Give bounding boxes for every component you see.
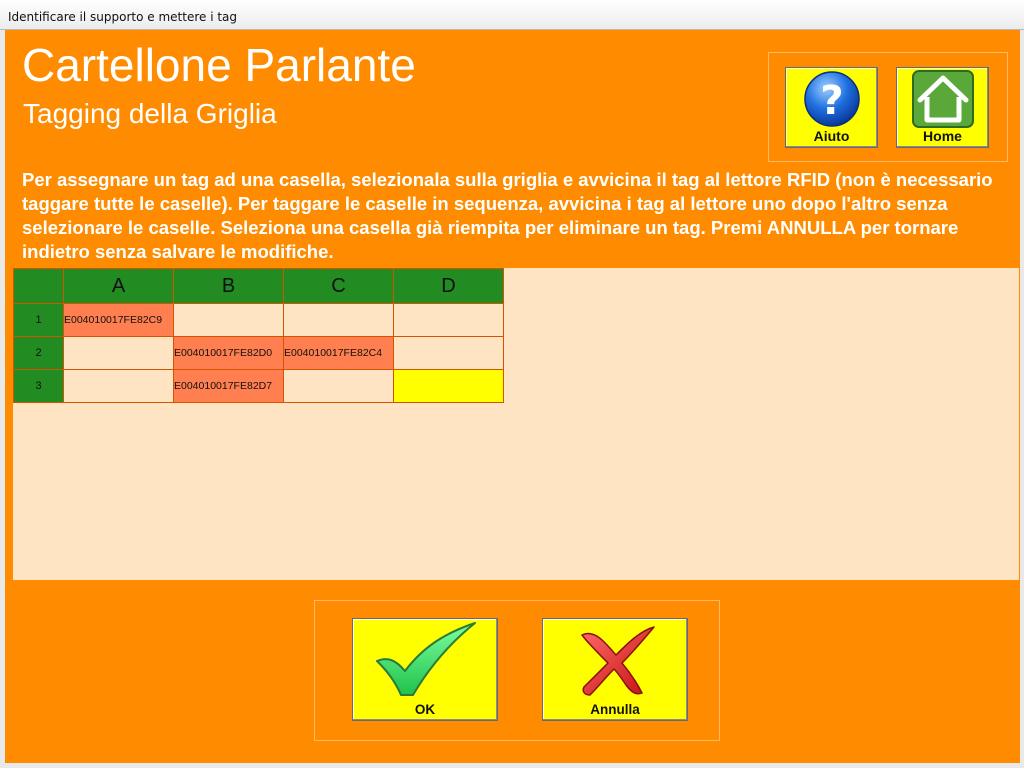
grid-cell-d2[interactable] (393, 336, 504, 370)
grid-corner-cell (13, 268, 64, 304)
svg-text:?: ? (820, 78, 843, 124)
column-header-d: D (393, 268, 504, 304)
checkmark-icon (376, 622, 476, 696)
row-header-2: 2 (13, 336, 64, 370)
cancel-button-label: Annulla (590, 702, 640, 717)
grid-cell-a1[interactable]: E004010017FE82C9 (63, 303, 174, 337)
help-button[interactable]: ? Aiuto (785, 67, 878, 148)
instructions-text: Per assegnare un tag ad una casella, sel… (22, 169, 993, 262)
home-button-label: Home (923, 128, 962, 144)
grid-cell-a2[interactable] (63, 336, 174, 370)
grid-row-1: 1 E004010017FE82C9 (13, 303, 504, 337)
grid-row-2: 2 E004010017FE82D0 E004010017FE82C4 (13, 336, 504, 370)
grid-cell-c3[interactable] (283, 369, 394, 403)
grid-cell-d3[interactable] (393, 369, 504, 403)
column-header-b: B (173, 268, 284, 304)
page-subtitle: Tagging della Griglia (23, 98, 277, 129)
ok-button-label: OK (414, 702, 436, 717)
ok-button[interactable]: OK (352, 618, 498, 721)
grid-area: A B C D 1 E004010017FE82C9 2 E004010017F… (13, 268, 1019, 580)
row-header-1: 1 (13, 303, 64, 337)
column-header-a: A (63, 268, 174, 304)
home-button[interactable]: Home (896, 67, 989, 148)
grid-cell-c2[interactable]: E004010017FE82C4 (283, 336, 394, 370)
column-header-c: C (283, 268, 394, 304)
help-button-label: Aiuto (813, 128, 850, 144)
window-frame-left (0, 30, 5, 768)
help-icon: ? (804, 71, 860, 127)
grid-row-3: 3 E004010017FE82D7 (13, 369, 504, 403)
grid-cell-d1[interactable] (393, 303, 504, 337)
home-icon (912, 70, 974, 128)
grid-cell-b2[interactable]: E004010017FE82D0 (173, 336, 284, 370)
grid-cell-c1[interactable] (283, 303, 394, 337)
cross-icon (581, 626, 655, 696)
cancel-button[interactable]: Annulla (542, 618, 688, 721)
tag-grid: A B C D 1 E004010017FE82C9 2 E004010017F… (13, 268, 504, 403)
grid-header-row: A B C D (13, 268, 504, 304)
grid-cell-a3[interactable] (63, 369, 174, 403)
grid-cell-b1[interactable] (173, 303, 284, 337)
row-header-3: 3 (13, 369, 64, 403)
window-frame-right (1020, 30, 1024, 768)
app-title: Cartellone Parlante (22, 39, 416, 91)
grid-cell-b3[interactable]: E004010017FE82D7 (173, 369, 284, 403)
window-frame-bottom (0, 763, 1024, 768)
window-titlebar: Identificare il supporto e mettere i tag (0, 0, 1024, 30)
window-title: Identificare il supporto e mettere i tag (8, 10, 238, 24)
